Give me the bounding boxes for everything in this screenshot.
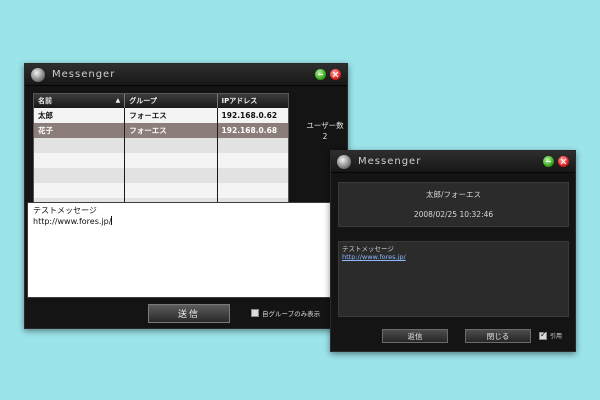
table-row[interactable]: 太郎 フォ－エス 192.168.0.62 [34, 108, 288, 123]
receive-window-title: Messenger [358, 156, 422, 167]
cell-name: 太郎 [34, 108, 126, 123]
cell-group: フォーエス [125, 123, 218, 138]
message-line-1: テストメッセージ [33, 206, 97, 215]
sort-ascending-icon: ▲ [115, 97, 121, 104]
table-row[interactable]: 花子 フォーエス 192.168.0.68 [34, 123, 288, 138]
messenger-main-window: Messenger 名前 ▲ グループ IPアドレス 太郎 フォ－エス 192.… [24, 63, 348, 329]
empty-row [34, 138, 288, 153]
cell-ip: 192.168.0.68 [221, 126, 278, 135]
own-group-only-checkbox[interactable] [251, 309, 259, 317]
messenger-receive-window: Messenger 太郎/フォーエス 2008/02/25 10:32:46 テ… [330, 150, 576, 352]
cell-group: フォ－エス [125, 108, 218, 123]
quote-checkbox[interactable] [539, 330, 547, 340]
received-message: テストメッセージ http://www.fores.jp/ [338, 241, 569, 317]
column-header-group[interactable]: グループ [125, 94, 218, 108]
empty-row [34, 168, 288, 183]
close-icon[interactable] [558, 156, 569, 167]
text-caret [111, 216, 113, 225]
message-line-2: http://www.fores.jp/ [33, 217, 112, 226]
user-count-label: ユーザー数 [306, 121, 344, 130]
minimize-icon[interactable] [543, 156, 554, 167]
cell-name: 花子 [34, 123, 126, 138]
close-button[interactable]: 閉じる [465, 329, 531, 343]
user-count: ユーザー数 2 [303, 120, 347, 142]
message-input[interactable]: テストメッセージ http://www.fores.jp/ [27, 202, 347, 298]
messenger-app-icon [31, 67, 45, 82]
received-message-text: テストメッセージ [342, 245, 394, 253]
empty-row [34, 153, 288, 168]
own-group-only-label: 自グループのみ表示 [262, 310, 321, 318]
minimize-icon[interactable] [315, 69, 326, 80]
column-header-name[interactable]: 名前 ▲ [34, 94, 126, 108]
table-header: 名前 ▲ グループ IPアドレス [34, 94, 288, 108]
close-icon[interactable] [330, 69, 341, 80]
received-timestamp: 2008/02/25 10:32:46 [413, 210, 494, 219]
reply-button[interactable]: 返信 [382, 329, 448, 343]
messenger-app-icon [337, 154, 351, 169]
quote-toggle[interactable]: 引用 [539, 330, 563, 340]
received-message-link[interactable]: http://www.fores.jp/ [342, 253, 565, 261]
own-group-only-toggle[interactable]: 自グループのみ表示 [251, 308, 320, 318]
send-button[interactable]: 送信 [148, 304, 230, 323]
sender-name: 太郎/フォーエス [425, 190, 482, 199]
receive-titlebar[interactable]: Messenger [331, 151, 575, 173]
main-window-title: Messenger [52, 69, 116, 80]
cell-ip: 192.168.0.62 [221, 111, 278, 120]
column-header-ip[interactable]: IPアドレス [218, 94, 288, 108]
empty-row [34, 183, 288, 198]
user-count-value: 2 [322, 132, 328, 141]
quote-label: 引用 [550, 333, 563, 340]
main-titlebar[interactable]: Messenger [25, 64, 347, 86]
sender-info-panel: 太郎/フォーエス 2008/02/25 10:32:46 [338, 182, 569, 227]
